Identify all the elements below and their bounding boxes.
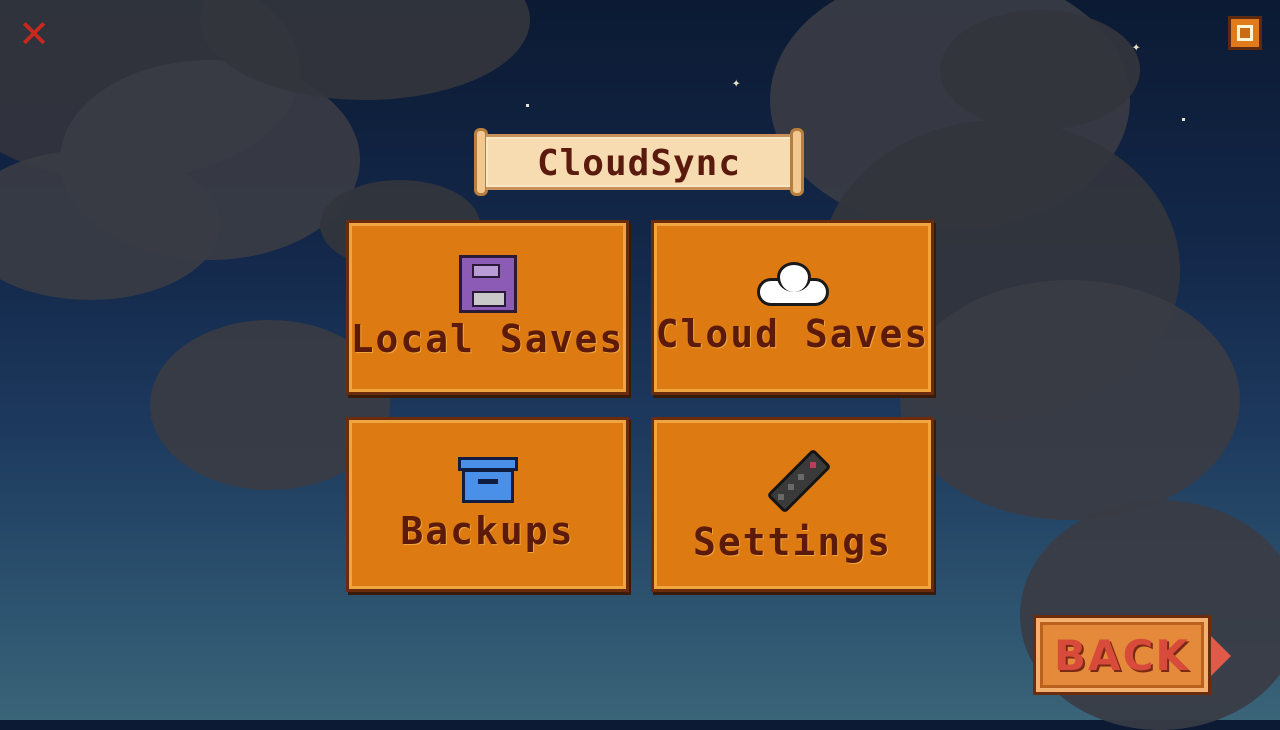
settings-label: Settings (692, 519, 893, 564)
floppy-disk-icon (458, 254, 517, 313)
star-decoration: ✦ (1132, 39, 1141, 55)
settings-button[interactable]: Settings (651, 417, 934, 592)
window-icon (1237, 25, 1253, 41)
local-saves-button[interactable]: Local Saves (346, 220, 629, 395)
star-decoration: ✦ (732, 75, 741, 91)
star-dot (1182, 118, 1185, 121)
remote-control-icon (758, 446, 832, 516)
window-mode-button[interactable] (1228, 16, 1262, 50)
cloud-saves-label: Cloud Saves (655, 311, 930, 356)
backups-button[interactable]: Backups (346, 417, 629, 592)
cloud-saves-button[interactable]: Cloud Saves (651, 220, 934, 395)
local-saves-label: Local Saves (350, 316, 625, 361)
back-button[interactable]: BACK (1033, 615, 1211, 695)
muted-speaker-icon: ✕ (18, 12, 50, 56)
back-label: BACK (1054, 630, 1190, 680)
mute-toggle-button[interactable]: ✕ (14, 14, 54, 54)
page-title: CloudSync (536, 142, 742, 184)
star-dot (526, 104, 529, 107)
backups-label: Backups (400, 508, 575, 553)
title-banner: CloudSync (474, 128, 804, 198)
cloud-icon (756, 260, 829, 308)
scroll-rod-right (790, 128, 804, 196)
archive-box-icon (457, 456, 518, 505)
back-arrow-icon (1211, 636, 1231, 676)
